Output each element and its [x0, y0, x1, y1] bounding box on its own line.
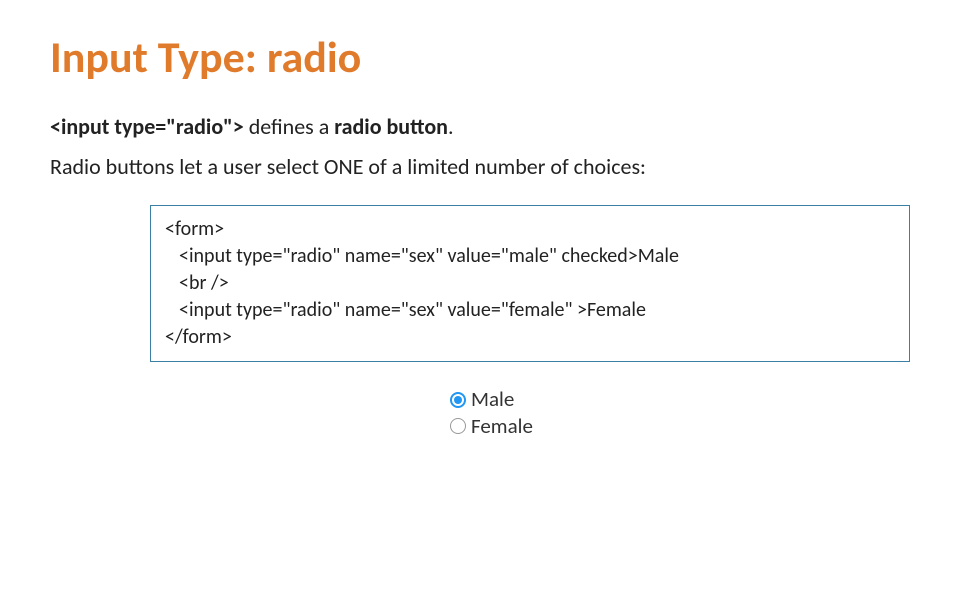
radio-label: Male [471, 386, 514, 412]
radio-demo: Male Female [450, 386, 910, 439]
radio-option-male[interactable]: Male [450, 386, 910, 412]
desc-dot: . [448, 113, 454, 140]
radio-option-female[interactable]: Female [450, 413, 910, 439]
code-line: <input type="radio" name="sex" value="ma… [179, 243, 895, 270]
code-line: <form> [165, 216, 895, 243]
radio-unchecked-icon [450, 418, 466, 434]
code-line: <br /> [179, 270, 895, 297]
desc-bold: radio button [334, 113, 448, 140]
code-example-box: <form> <input type="radio" name="sex" va… [150, 205, 910, 362]
radio-checked-icon [450, 392, 466, 408]
page-title: Input Type: radio [50, 30, 910, 84]
desc-text-1: defines a [244, 113, 335, 140]
radio-label: Female [471, 413, 533, 439]
code-line: </form> [165, 324, 895, 351]
code-tag: <input type="radio"> [50, 113, 244, 140]
code-line: <input type="radio" name="sex" value="fe… [179, 297, 895, 324]
description-line-2: Radio buttons let a user select ONE of a… [50, 152, 910, 182]
description-line-1: <input type="radio"> defines a radio but… [50, 112, 910, 142]
